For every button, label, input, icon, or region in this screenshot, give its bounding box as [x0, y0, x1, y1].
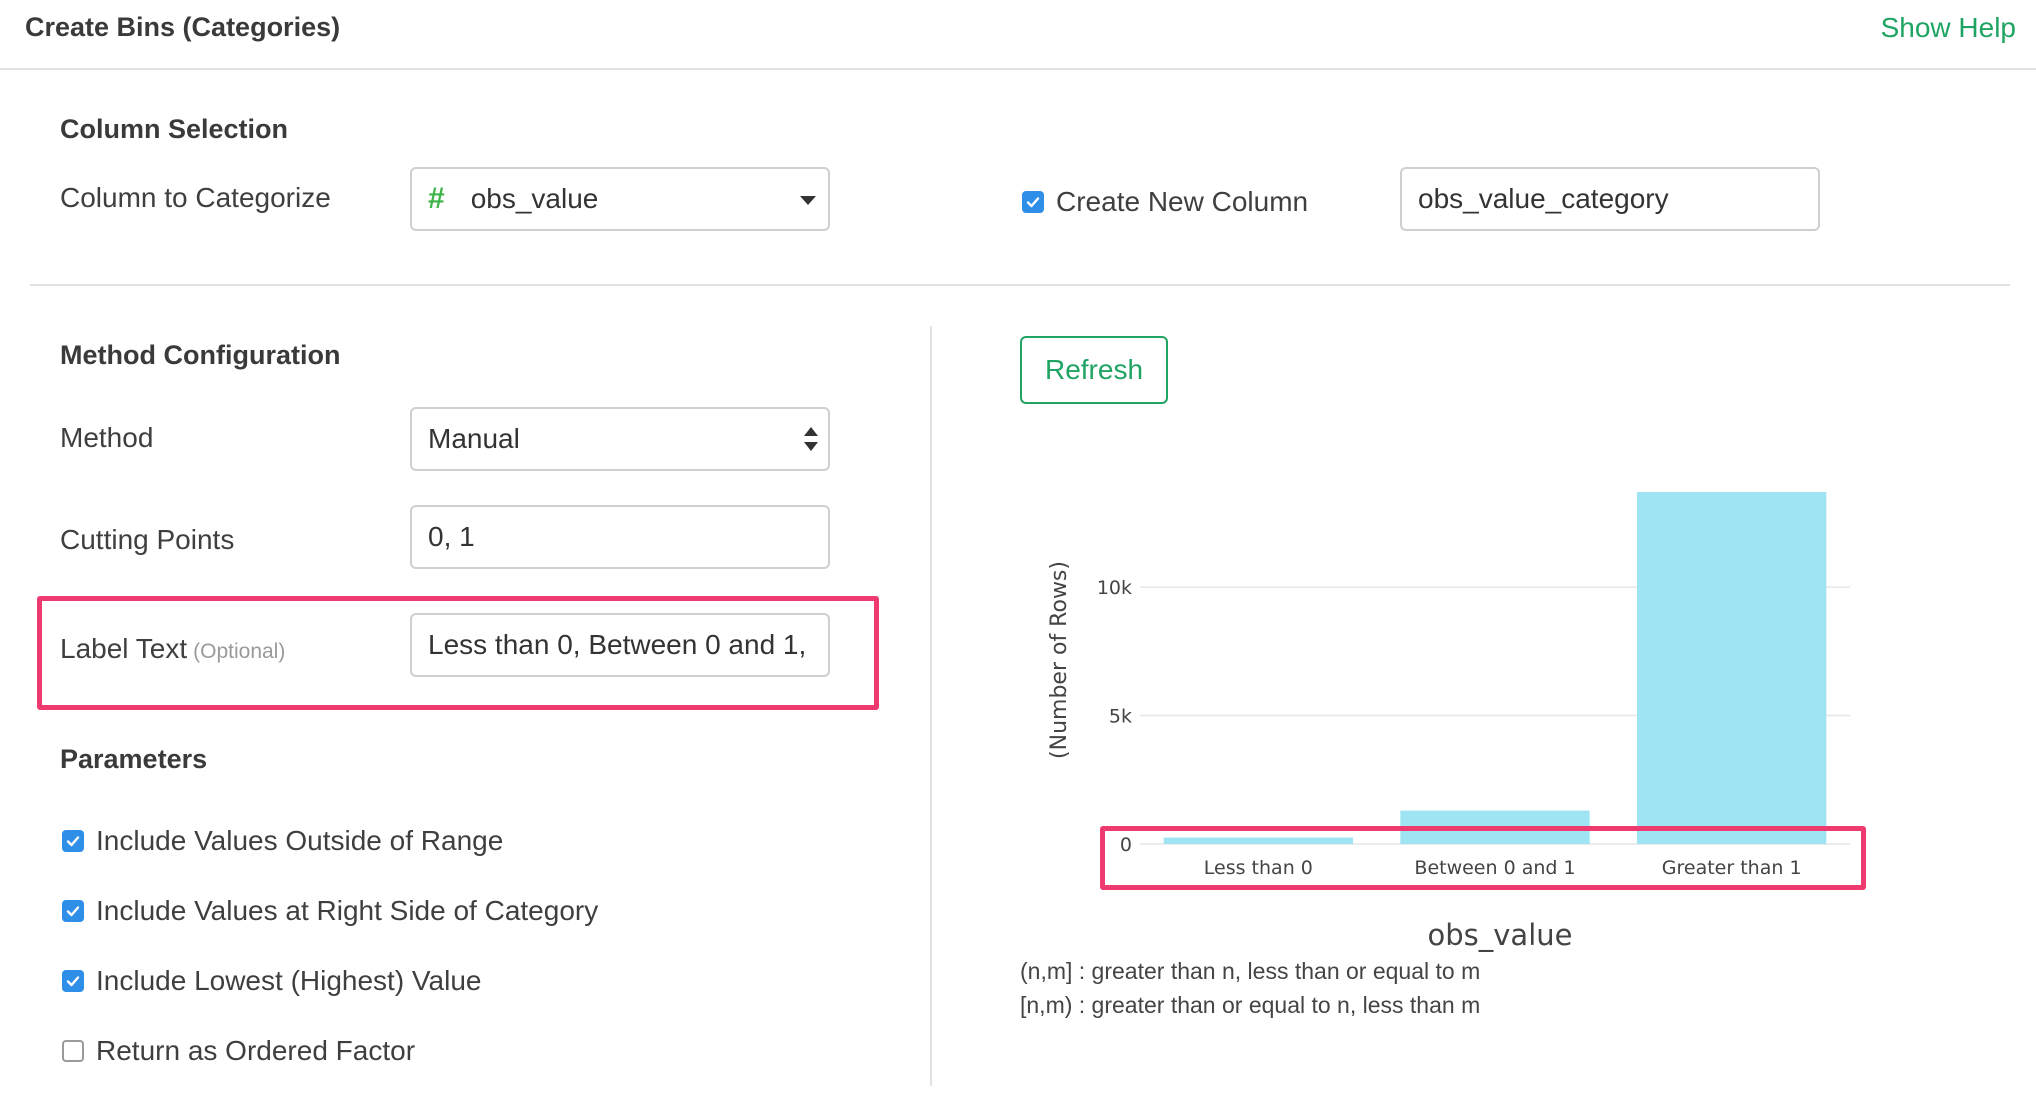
- create-new-column-label: Create New Column: [1056, 186, 1309, 217]
- new-column-name-input[interactable]: [1400, 167, 1820, 231]
- label-text-label-main: Label Text: [60, 633, 188, 664]
- column-select-value: obs_value: [470, 183, 599, 214]
- y-tick-label: 10k: [1097, 577, 1132, 599]
- checkbox-unchecked-icon[interactable]: [62, 1040, 84, 1062]
- method-select[interactable]: Manual: [410, 407, 830, 471]
- checkbox-checked-icon[interactable]: [62, 830, 84, 852]
- include-outside-range-checkbox[interactable]: Include Values Outside of Range: [62, 825, 503, 857]
- column-selection-title: Column Selection: [60, 114, 289, 144]
- optional-hint: (Optional): [193, 640, 286, 663]
- section-divider: [30, 284, 2010, 286]
- checkbox-checked-icon[interactable]: [62, 900, 84, 922]
- checkbox-checked-icon[interactable]: [62, 970, 84, 992]
- select-updown-icon: [804, 427, 818, 455]
- label-text-input[interactable]: [410, 613, 830, 677]
- checkbox-checked-icon[interactable]: [1022, 191, 1044, 213]
- checkbox-label: Include Lowest (Highest) Value: [96, 965, 482, 996]
- refresh-button[interactable]: Refresh: [1020, 336, 1168, 404]
- column-select[interactable]: # obs_value: [410, 167, 830, 231]
- column-to-categorize-label: Column to Categorize: [60, 182, 331, 213]
- include-right-side-checkbox[interactable]: Include Values at Right Side of Category: [62, 895, 598, 927]
- method-label: Method: [60, 422, 154, 453]
- y-axis-label: (Number of Rows): [1047, 561, 1072, 759]
- method-configuration-title: Method Configuration: [60, 340, 341, 370]
- show-help-link[interactable]: Show Help: [1881, 12, 2016, 44]
- cutting-points-label: Cutting Points: [60, 524, 235, 555]
- label-text-label: Label Text (Optional): [60, 633, 285, 665]
- include-lowest-checkbox[interactable]: Include Lowest (Highest) Value: [62, 965, 481, 997]
- bar[interactable]: [1637, 492, 1827, 844]
- parameters-title: Parameters: [60, 744, 208, 774]
- checkbox-label: Include Values at Right Side of Category: [96, 895, 599, 926]
- interval-note-1: (n,m] : greater than n, less than or equ…: [1020, 958, 1481, 984]
- method-select-value: Manual: [428, 423, 520, 454]
- dialog-title: Create Bins (Categories): [25, 12, 341, 42]
- chevron-down-icon: [800, 196, 816, 205]
- ordered-factor-checkbox[interactable]: Return as Ordered Factor: [62, 1035, 415, 1067]
- interval-note-2: [n,m) : greater than or equal to n, less…: [1020, 992, 1481, 1018]
- x-axis-label: obs_value: [1427, 918, 1573, 952]
- category-labels-highlight: [1100, 826, 1866, 890]
- checkbox-label: Include Values Outside of Range: [96, 825, 504, 856]
- column-divider: [930, 326, 932, 1086]
- numeric-column-icon: #: [428, 182, 445, 215]
- create-new-column-checkbox[interactable]: Create New Column: [1022, 186, 1308, 218]
- cutting-points-input[interactable]: [410, 505, 830, 569]
- y-tick-label: 5k: [1109, 706, 1132, 728]
- checkbox-label: Return as Ordered Factor: [96, 1035, 416, 1066]
